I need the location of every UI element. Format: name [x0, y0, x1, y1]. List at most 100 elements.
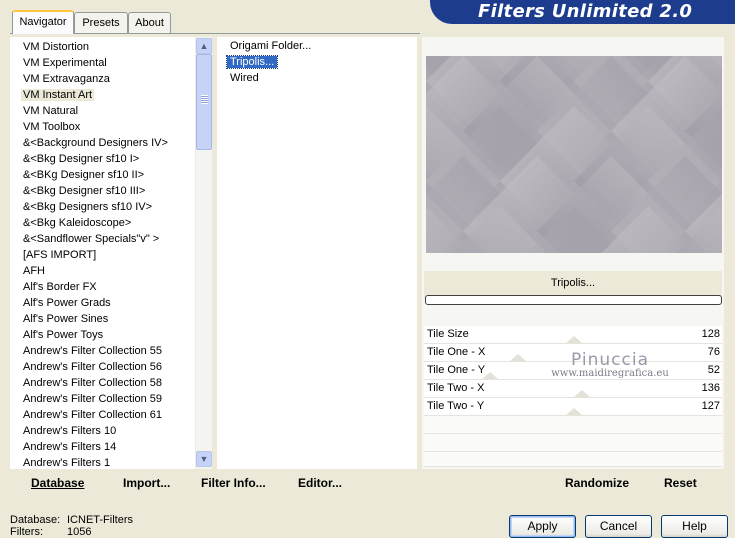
filter-label: Wired: [230, 72, 259, 84]
filters-count: 1056: [67, 526, 92, 538]
scroll-up-button[interactable]: ▲: [196, 38, 212, 54]
category-label: VM Natural: [23, 105, 79, 117]
category-item[interactable]: &<Sandflower Specials"v" >: [21, 231, 161, 247]
apply-button[interactable]: Apply: [509, 515, 576, 538]
category-label: &<Sandflower Specials"v" >: [23, 233, 160, 245]
category-item[interactable]: Andrew's Filter Collection 55: [21, 343, 164, 359]
tab-navigator[interactable]: Navigator: [12, 10, 74, 34]
category-label: Andrew's Filters 1: [23, 457, 111, 469]
category-label: Alf's Power Grads: [23, 297, 111, 309]
category-item[interactable]: Andrew's Filters 1: [21, 455, 112, 469]
category-list[interactable]: VM Distortion VM Experimental VM Extravaga…: [10, 37, 212, 469]
import-button[interactable]: Import...: [123, 476, 170, 492]
category-label: Andrew's Filters 10: [23, 425, 117, 437]
category-item[interactable]: VM Extravaganza: [21, 71, 112, 87]
category-item[interactable]: Andrew's Filter Collection 61: [21, 407, 164, 423]
category-item[interactable]: Andrew's Filters 10: [21, 423, 118, 439]
category-item[interactable]: VM Toolbox: [21, 119, 82, 135]
randomize-button[interactable]: Randomize: [565, 476, 629, 492]
filter-item[interactable]: Wired: [227, 70, 262, 86]
cancel-button[interactable]: Cancel: [585, 515, 652, 538]
category-item[interactable]: Andrew's Filter Collection 56: [21, 359, 164, 375]
category-label: VM Toolbox: [23, 121, 81, 133]
param-row-empty: [424, 434, 722, 452]
filter-label: Origami Folder...: [230, 40, 312, 52]
param-value: 127: [701, 400, 720, 412]
param-label: Tile Size: [427, 328, 469, 340]
category-item[interactable]: VM Distortion: [21, 39, 91, 55]
tab-presets[interactable]: Presets: [74, 12, 128, 33]
slider-thumb[interactable]: [566, 336, 582, 343]
filter-label: Tripolis...: [225, 55, 279, 69]
progress-bar: [425, 295, 722, 305]
category-label: Andrew's Filters 14: [23, 441, 117, 453]
filter-list[interactable]: Origami Folder... Tripolis... Wired: [217, 37, 417, 469]
param-value: 128: [701, 328, 720, 340]
slider-thumb[interactable]: [566, 408, 582, 415]
category-item[interactable]: Andrew's Filters 14: [21, 439, 118, 455]
category-label: Andrew's Filter Collection 58: [23, 377, 163, 389]
editor-button[interactable]: Editor...: [298, 476, 342, 492]
param-value: 52: [707, 364, 720, 376]
param-label: Tile Two - Y: [427, 400, 485, 412]
category-item[interactable]: Alf's Power Toys: [21, 327, 105, 343]
database-button[interactable]: Database: [31, 476, 84, 492]
category-item[interactable]: Andrew's Filter Collection 58: [21, 375, 164, 391]
category-label: Andrew's Filter Collection 55: [23, 345, 163, 357]
scroll-down-button[interactable]: ▼: [196, 451, 212, 467]
category-item[interactable]: &<BKg Designer sf10 II>: [21, 167, 146, 183]
filter-item[interactable]: Tripolis...: [225, 54, 279, 70]
category-item[interactable]: [AFS IMPORT]: [21, 247, 98, 263]
status-filters: Filters: 1056: [10, 526, 91, 538]
category-label: &<Bkg Designer sf10 I>: [23, 153, 140, 165]
category-label: VM Experimental: [23, 57, 107, 69]
category-item[interactable]: &<Background Designers IV>: [21, 135, 170, 151]
preview-image: [426, 56, 722, 253]
app-title: Filters Unlimited 2.0: [478, 1, 693, 22]
category-item[interactable]: &<Bkg Designers sf10 IV>: [21, 199, 154, 215]
watermark-url: www.maidiregrafica.eu: [551, 368, 669, 379]
slider-thumb[interactable]: [510, 354, 526, 361]
category-item[interactable]: &<Bkg Designer sf10 III>: [21, 183, 147, 199]
scroll-thumb[interactable]: [196, 54, 212, 150]
param-slider-row[interactable]: Tile Size 128: [424, 326, 722, 344]
category-label: &<Bkg Designer sf10 III>: [23, 185, 146, 197]
category-item[interactable]: Alf's Power Sines: [21, 311, 110, 327]
param-label: Tile One - X: [427, 346, 486, 358]
help-button[interactable]: Help: [661, 515, 728, 538]
tab-about[interactable]: About: [128, 12, 171, 33]
status-database: Database: ICNET-Filters: [10, 514, 133, 526]
category-label: AFH: [23, 265, 45, 277]
category-item[interactable]: VM Natural: [21, 103, 80, 119]
category-item[interactable]: Alf's Border FX: [21, 279, 99, 295]
param-value: 136: [701, 382, 720, 394]
category-label: &<Background Designers IV>: [23, 137, 168, 149]
category-item[interactable]: &<Bkg Designer sf10 I>: [21, 151, 141, 167]
category-label: Andrew's Filter Collection 56: [23, 361, 163, 373]
category-scrollbar[interactable]: ▲ ▼: [195, 37, 212, 469]
filter-info-button[interactable]: Filter Info...: [201, 476, 266, 492]
filter-item[interactable]: Origami Folder...: [227, 38, 314, 54]
slider-thumb[interactable]: [574, 390, 590, 397]
database-label: Database:: [10, 514, 61, 526]
watermark-title: Pinuccia: [571, 350, 649, 370]
preview-pattern: [426, 56, 722, 253]
category-item[interactable]: VM Instant Art: [21, 87, 95, 103]
category-item[interactable]: Andrew's Filter Collection 59: [21, 391, 164, 407]
database-value: ICNET-Filters: [67, 514, 133, 526]
category-label: Alf's Border FX: [23, 281, 97, 293]
param-slider-row[interactable]: Tile Two - X 136: [424, 380, 722, 398]
category-label: Alf's Power Sines: [23, 313, 109, 325]
category-item[interactable]: &<Bkg Kaleidoscope>: [21, 215, 133, 231]
category-item[interactable]: AFH: [21, 263, 47, 279]
param-row-empty: [424, 416, 722, 434]
grip-icon: [201, 95, 208, 104]
category-label: VM Extravaganza: [23, 73, 110, 85]
current-filter-name: Tripolis...: [424, 271, 722, 297]
reset-button[interactable]: Reset: [664, 476, 697, 492]
param-value: 76: [707, 346, 720, 358]
category-item[interactable]: Alf's Power Grads: [21, 295, 113, 311]
filters-label: Filters:: [10, 526, 43, 538]
category-item[interactable]: VM Experimental: [21, 55, 109, 71]
param-slider-row[interactable]: Tile Two - Y 127: [424, 398, 722, 416]
